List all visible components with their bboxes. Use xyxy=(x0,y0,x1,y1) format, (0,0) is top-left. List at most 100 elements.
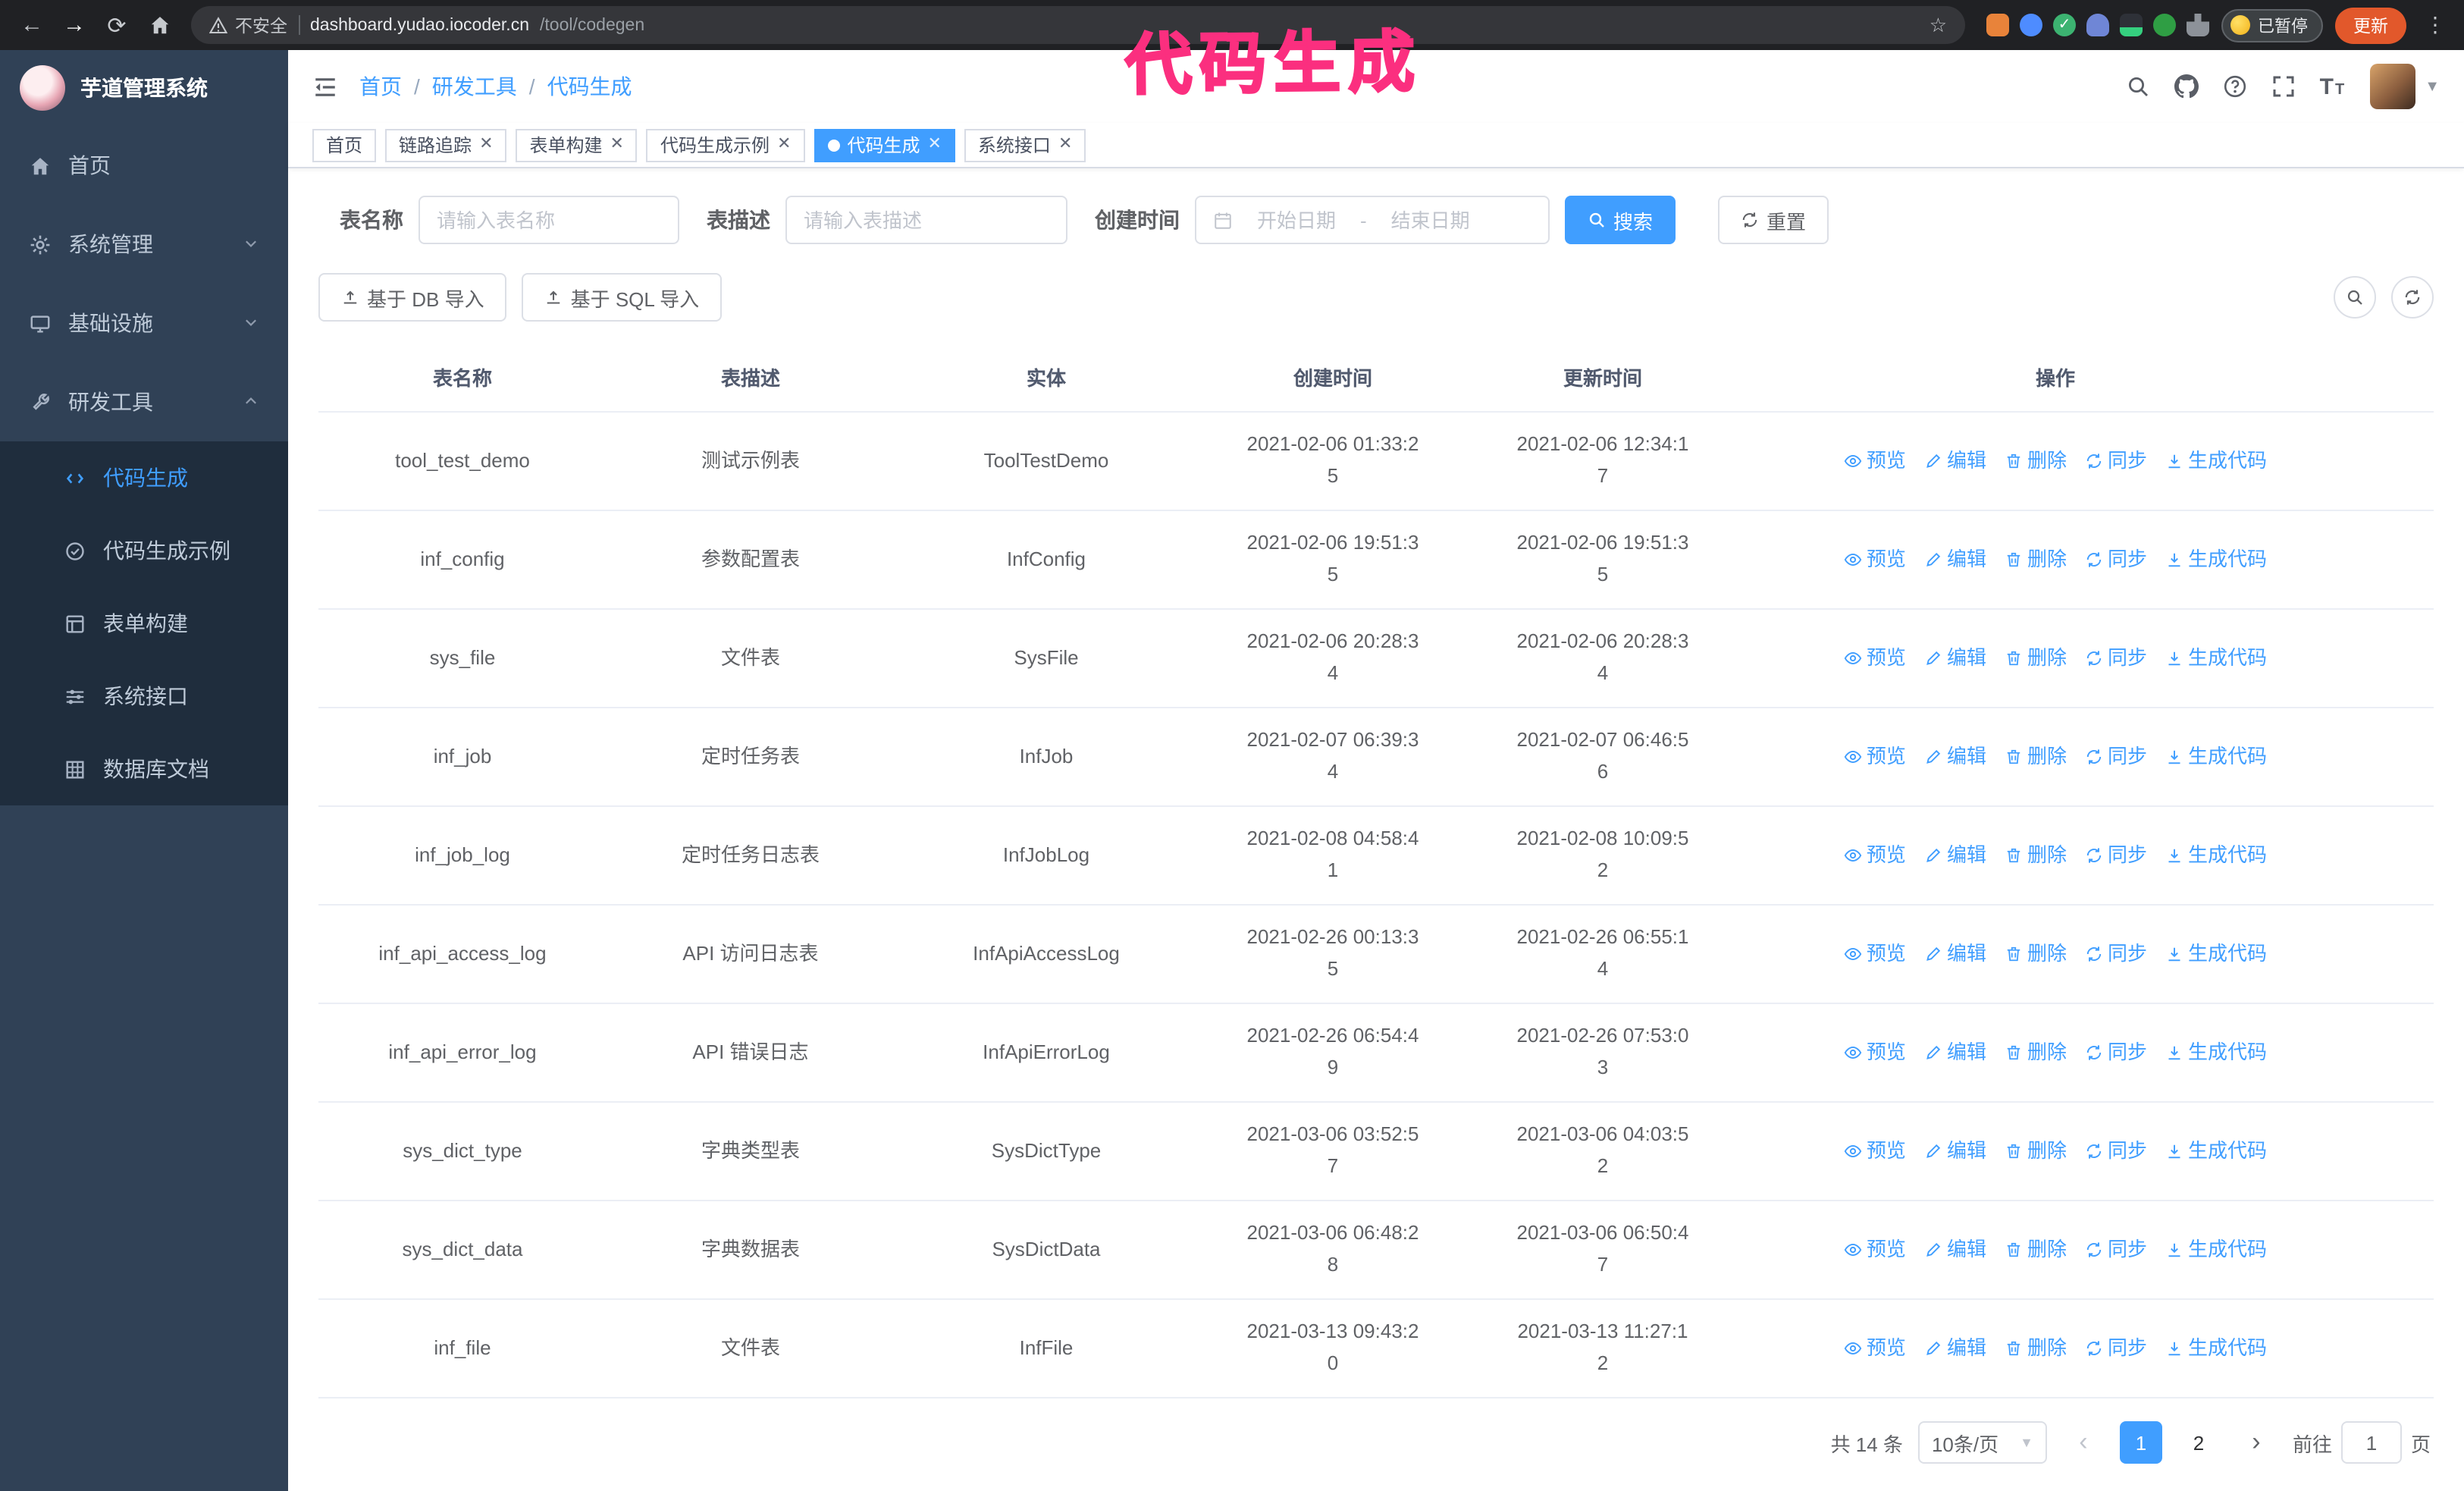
generate-code-link[interactable]: 生成代码 xyxy=(2165,1037,2267,1069)
edit-link[interactable]: 编辑 xyxy=(1924,1135,1986,1167)
preview-link[interactable]: 预览 xyxy=(1844,840,1906,871)
generate-code-link[interactable]: 生成代码 xyxy=(2165,544,2267,576)
generate-code-link[interactable]: 生成代码 xyxy=(2165,938,2267,970)
edit-link[interactable]: 编辑 xyxy=(1924,1037,1986,1069)
toggle-search-button[interactable] xyxy=(2334,276,2376,319)
extension-green-check-icon[interactable]: ✓ xyxy=(2053,14,2076,36)
sidebar-item-codegen-example[interactable]: 代码生成示例 xyxy=(0,514,288,587)
tab-tracing[interactable]: 链路追踪 ✕ xyxy=(385,128,507,162)
delete-link[interactable]: 删除 xyxy=(2005,445,2067,477)
page-button-2[interactable]: 2 xyxy=(2177,1421,2220,1464)
delete-link[interactable]: 删除 xyxy=(2005,1135,2067,1167)
edit-link[interactable]: 编辑 xyxy=(1924,544,1986,576)
close-icon[interactable]: ✕ xyxy=(927,136,941,153)
delete-link[interactable]: 删除 xyxy=(2005,544,2067,576)
preview-link[interactable]: 预览 xyxy=(1844,1332,1906,1364)
sidebar-logo[interactable]: 芋道管理系统 xyxy=(0,50,288,126)
address-bar[interactable]: 不安全 dashboard.yudao.iocoder.cn/tool/code… xyxy=(191,6,1965,44)
browser-refresh-icon[interactable]: ⟳ xyxy=(97,5,136,45)
preview-link[interactable]: 预览 xyxy=(1844,938,1906,970)
sync-link[interactable]: 同步 xyxy=(2085,840,2147,871)
sidebar-item-home[interactable]: 首页 xyxy=(0,126,288,205)
preview-link[interactable]: 预览 xyxy=(1844,1037,1906,1069)
delete-link[interactable]: 删除 xyxy=(2005,938,2067,970)
sidebar-fold-icon[interactable] xyxy=(312,74,338,99)
font-size-icon[interactable]: TT xyxy=(2320,74,2346,99)
edit-link[interactable]: 编辑 xyxy=(1924,642,1986,674)
preview-link[interactable]: 预览 xyxy=(1844,544,1906,576)
delete-link[interactable]: 删除 xyxy=(2005,1234,2067,1266)
extension-people-icon[interactable] xyxy=(2086,14,2109,36)
sync-link[interactable]: 同步 xyxy=(2085,741,2147,773)
browser-home-icon[interactable] xyxy=(140,5,179,45)
sync-link[interactable]: 同步 xyxy=(2085,445,2147,477)
edit-link[interactable]: 编辑 xyxy=(1924,840,1986,871)
search-button[interactable]: 搜索 xyxy=(1565,196,1676,244)
tab-system-api[interactable]: 系统接口 ✕ xyxy=(964,128,1086,162)
fullscreen-icon[interactable] xyxy=(2271,74,2296,99)
sync-link[interactable]: 同步 xyxy=(2085,544,2147,576)
security-warning[interactable]: 不安全 xyxy=(209,13,287,37)
edit-link[interactable]: 编辑 xyxy=(1924,741,1986,773)
edit-link[interactable]: 编辑 xyxy=(1924,445,1986,477)
tab-codegen[interactable]: 代码生成 ✕ xyxy=(813,128,955,162)
import-sql-button[interactable]: 基于 SQL 导入 xyxy=(522,273,723,322)
generate-code-link[interactable]: 生成代码 xyxy=(2165,840,2267,871)
reset-button[interactable]: 重置 xyxy=(1718,196,1829,244)
goto-page-input[interactable] xyxy=(2340,1421,2402,1464)
user-menu[interactable]: ▼ xyxy=(2370,64,2440,109)
extensions-puzzle-icon[interactable] xyxy=(2187,14,2209,36)
generate-code-link[interactable]: 生成代码 xyxy=(2165,1135,2267,1167)
paused-badge[interactable]: 已暂停 xyxy=(2221,8,2323,42)
sidebar-item-form-builder[interactable]: 表单构建 xyxy=(0,587,288,660)
close-icon[interactable]: ✕ xyxy=(777,136,791,153)
breadcrumb-home[interactable]: 首页 xyxy=(359,71,402,102)
preview-link[interactable]: 预览 xyxy=(1844,741,1906,773)
sync-link[interactable]: 同步 xyxy=(2085,1037,2147,1069)
generate-code-link[interactable]: 生成代码 xyxy=(2165,1234,2267,1266)
preview-link[interactable]: 预览 xyxy=(1844,1234,1906,1266)
close-icon[interactable]: ✕ xyxy=(479,136,493,153)
edit-link[interactable]: 编辑 xyxy=(1924,1234,1986,1266)
close-icon[interactable]: ✕ xyxy=(610,136,624,153)
refresh-table-button[interactable] xyxy=(2391,276,2434,319)
sync-link[interactable]: 同步 xyxy=(2085,1234,2147,1266)
page-size-select[interactable]: 10条/页 ▼ xyxy=(1917,1421,2047,1464)
sidebar-item-system-api[interactable]: 系统接口 xyxy=(0,660,288,733)
extension-leaf-icon[interactable] xyxy=(2153,14,2176,36)
preview-link[interactable]: 预览 xyxy=(1844,642,1906,674)
delete-link[interactable]: 删除 xyxy=(2005,1037,2067,1069)
edit-link[interactable]: 编辑 xyxy=(1924,1332,1986,1364)
preview-link[interactable]: 预览 xyxy=(1844,445,1906,477)
edit-link[interactable]: 编辑 xyxy=(1924,938,1986,970)
date-range-picker[interactable]: - xyxy=(1195,196,1550,244)
delete-link[interactable]: 删除 xyxy=(2005,642,2067,674)
table-name-input[interactable] xyxy=(437,209,661,231)
sidebar-item-infra[interactable]: 基础设施 xyxy=(0,284,288,363)
generate-code-link[interactable]: 生成代码 xyxy=(2165,1332,2267,1364)
preview-link[interactable]: 预览 xyxy=(1844,1135,1906,1167)
tab-codegen-example[interactable]: 代码生成示例 ✕ xyxy=(646,128,805,162)
sidebar-item-devtools[interactable]: 研发工具 xyxy=(0,363,288,441)
bookmark-star-icon[interactable]: ☆ xyxy=(1930,13,1947,37)
date-end-input[interactable] xyxy=(1375,209,1485,231)
generate-code-link[interactable]: 生成代码 xyxy=(2165,741,2267,773)
sync-link[interactable]: 同步 xyxy=(2085,938,2147,970)
close-icon[interactable]: ✕ xyxy=(1058,136,1072,153)
generate-code-link[interactable]: 生成代码 xyxy=(2165,445,2267,477)
browser-forward-icon[interactable]: → xyxy=(55,5,94,45)
help-icon[interactable] xyxy=(2223,74,2247,99)
extension-dark-green-icon[interactable] xyxy=(2120,14,2143,36)
import-db-button[interactable]: 基于 DB 导入 xyxy=(318,273,507,322)
page-button-1[interactable]: 1 xyxy=(2119,1421,2162,1464)
tab-home[interactable]: 首页 xyxy=(312,128,377,162)
delete-link[interactable]: 删除 xyxy=(2005,741,2067,773)
sync-link[interactable]: 同步 xyxy=(2085,642,2147,674)
delete-link[interactable]: 删除 xyxy=(2005,840,2067,871)
browser-update-button[interactable]: 更新 xyxy=(2335,7,2406,43)
sidebar-item-db-docs[interactable]: 数据库文档 xyxy=(0,733,288,805)
next-page-button[interactable]: › xyxy=(2234,1421,2277,1464)
delete-link[interactable]: 删除 xyxy=(2005,1332,2067,1364)
browser-back-icon[interactable]: ← xyxy=(12,5,52,45)
prev-page-button[interactable]: ‹ xyxy=(2061,1421,2105,1464)
